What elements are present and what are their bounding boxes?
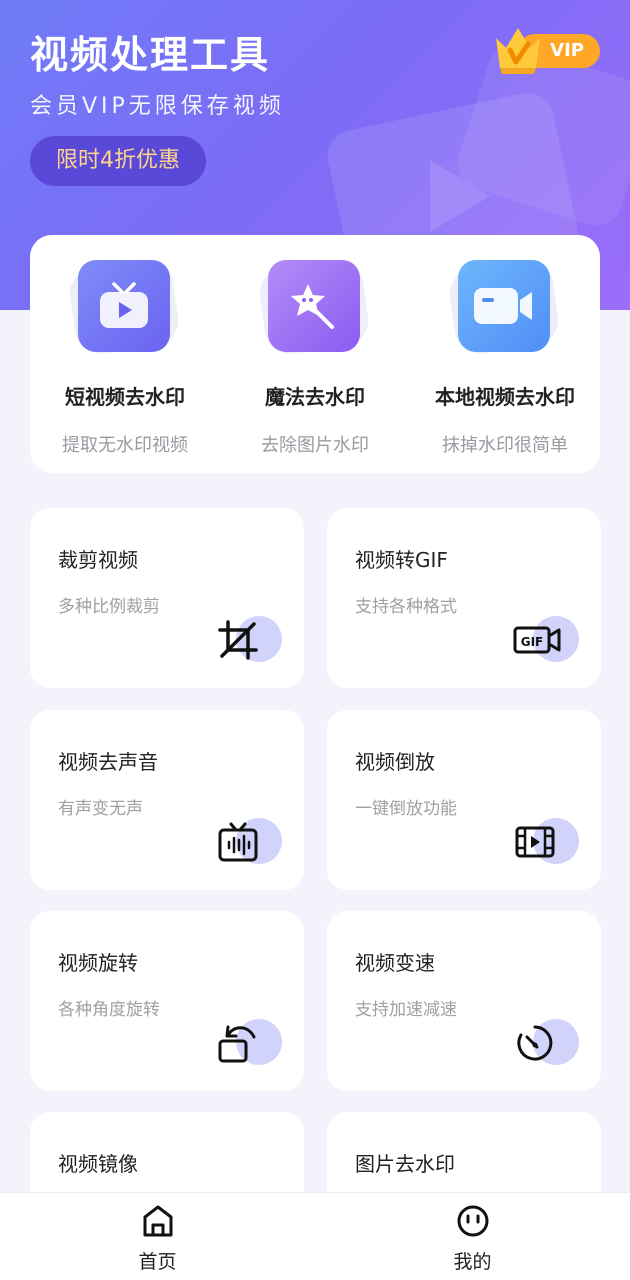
tool-video-to-gif[interactable]: 视频转GIF 支持各种格式 GIF xyxy=(327,508,601,688)
tool-remove-audio[interactable]: 视频去声音 有声变无声 xyxy=(30,710,304,890)
tv-play-icon xyxy=(78,260,170,352)
tab-profile[interactable]: 我的 xyxy=(315,1193,630,1280)
video-camera-icon xyxy=(458,260,550,352)
magic-wand-icon xyxy=(268,260,360,352)
profile-face-icon xyxy=(457,1205,489,1237)
gif-icon: GIF xyxy=(513,626,561,654)
bottom-tab-bar: 首页 我的 xyxy=(0,1192,630,1280)
tool-desc: 一键倒放功能 xyxy=(355,799,457,819)
feature-name: 魔法去水印 xyxy=(265,385,365,409)
tool-name: 视频去声音 xyxy=(58,750,158,774)
tool-name: 裁剪视频 xyxy=(58,548,138,572)
tool-name: 图片去水印 xyxy=(355,1152,455,1176)
tool-desc: 支持各种格式 xyxy=(355,597,457,617)
vip-badge[interactable]: VIP xyxy=(490,24,602,74)
tool-reverse-video[interactable]: 视频倒放 一键倒放功能 xyxy=(327,710,601,890)
tool-name: 视频倒放 xyxy=(355,750,435,774)
page-subtitle: 会员VIP无限保存视频 xyxy=(30,94,285,119)
tab-label: 我的 xyxy=(453,1251,492,1273)
rotate-icon xyxy=(218,1025,256,1063)
feature-local-video-watermark[interactable]: 本地视频去水印 抹掉水印很简单 xyxy=(410,235,600,473)
main-features-card: 短视频去水印 提取无水印视频 魔法去水印 去除图片水印 本地视频去水印 抹掉水印… xyxy=(30,235,600,473)
page-title: 视频处理工具 xyxy=(30,33,271,77)
banner-play-decoration xyxy=(430,160,490,232)
crop-icon xyxy=(218,620,258,660)
feature-desc: 提取无水印视频 xyxy=(62,435,188,456)
feature-short-video-watermark[interactable]: 短视频去水印 提取无水印视频 xyxy=(30,235,220,473)
tool-desc: 支持加速减速 xyxy=(355,1000,457,1020)
tab-label: 首页 xyxy=(138,1251,177,1273)
feature-desc: 去除图片水印 xyxy=(261,435,369,456)
tool-crop-video[interactable]: 裁剪视频 多种比例裁剪 xyxy=(30,508,304,688)
tool-name: 视频旋转 xyxy=(58,951,138,975)
feature-magic-watermark[interactable]: 魔法去水印 去除图片水印 xyxy=(220,235,410,473)
mute-audio-icon xyxy=(218,822,258,862)
film-reverse-icon xyxy=(515,826,555,858)
promo-button[interactable]: 限时4折优惠 xyxy=(30,136,206,186)
tool-name: 视频变速 xyxy=(355,951,435,975)
tab-home[interactable]: 首页 xyxy=(0,1193,315,1280)
vip-label: VIP xyxy=(550,40,584,61)
tool-rotate-video[interactable]: 视频旋转 各种角度旋转 xyxy=(30,911,304,1091)
tool-desc: 有声变无声 xyxy=(58,799,143,819)
tool-desc: 各种角度旋转 xyxy=(58,1000,160,1020)
feature-name: 本地视频去水印 xyxy=(435,385,575,409)
crown-icon xyxy=(496,28,540,74)
feature-desc: 抹掉水印很简单 xyxy=(442,435,568,456)
tool-desc: 多种比例裁剪 xyxy=(58,597,160,617)
tool-name: 视频转GIF xyxy=(355,548,448,572)
tool-name: 视频镜像 xyxy=(58,1152,138,1176)
tool-speed-video[interactable]: 视频变速 支持加速减速 xyxy=(327,911,601,1091)
home-icon xyxy=(143,1205,173,1237)
speed-timer-icon xyxy=(517,1025,553,1061)
feature-name: 短视频去水印 xyxy=(65,385,185,409)
svg-text:GIF: GIF xyxy=(521,635,544,649)
